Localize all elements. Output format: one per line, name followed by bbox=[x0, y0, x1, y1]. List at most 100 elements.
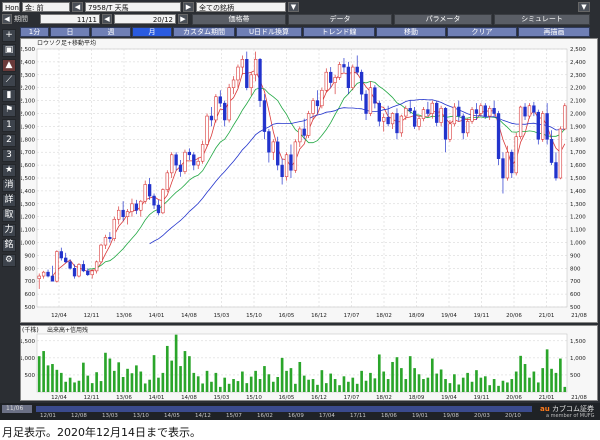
star-icon[interactable]: ★ bbox=[2, 164, 16, 177]
volume-bar bbox=[554, 372, 558, 392]
volume-bar bbox=[439, 369, 443, 392]
candle-body bbox=[37, 275, 41, 279]
volume-bar bbox=[435, 373, 439, 392]
period-1min-button[interactable]: 1分 bbox=[20, 27, 49, 37]
volume-bar bbox=[108, 358, 112, 392]
volume-bar bbox=[267, 374, 271, 392]
volume-bar bbox=[157, 377, 160, 392]
volume-bar bbox=[112, 370, 116, 392]
x-tick-label: 12/04 bbox=[51, 313, 67, 319]
period-mid-button[interactable]: ◀ bbox=[102, 14, 112, 24]
candle-body bbox=[315, 100, 320, 107]
candle-body bbox=[223, 102, 227, 121]
candle-body bbox=[267, 131, 271, 153]
trend-line-button[interactable]: トレンド線 bbox=[303, 27, 375, 37]
tab-simulate[interactable]: シミュレート bbox=[494, 14, 590, 25]
candle-icon[interactable]: ▮ bbox=[2, 89, 16, 102]
to-date-field[interactable]: 20/12 bbox=[114, 14, 176, 24]
candle-body bbox=[426, 109, 430, 114]
window-menu-button[interactable]: ▼ bbox=[578, 2, 590, 12]
prev-ticker-button[interactable]: ◀ bbox=[72, 2, 83, 12]
plus-icon[interactable]: + bbox=[2, 29, 16, 42]
timeline-bar[interactable]: 11/06 12/01 12/08 13/03 13/10 14/05 14/12 15/0… bbox=[0, 403, 600, 420]
candle-body bbox=[86, 270, 90, 276]
tab-parameters[interactable]: パラメータ bbox=[394, 14, 492, 25]
clear-button[interactable]: クリア bbox=[447, 27, 517, 37]
volume-bar bbox=[413, 368, 416, 392]
y-tick-label-right: 2,400 bbox=[570, 60, 586, 66]
candle-body bbox=[306, 113, 311, 136]
timeline-tick-label: 20/10 bbox=[505, 413, 521, 419]
candle-body bbox=[125, 211, 130, 217]
y-tick-label-left: 800 bbox=[25, 266, 36, 272]
period-prev-button[interactable]: ◀ bbox=[2, 14, 12, 24]
x-tick-label: 16/05 bbox=[279, 313, 295, 319]
volume-bar bbox=[550, 368, 553, 392]
candle-body bbox=[143, 184, 147, 202]
volume-x-tick-label: 19/11 bbox=[474, 395, 490, 401]
camera-icon[interactable]: ▣ bbox=[2, 44, 16, 57]
y-tick-label-right: 800 bbox=[570, 266, 581, 272]
volume-bar bbox=[218, 386, 222, 392]
candle-body bbox=[284, 154, 289, 178]
redraw-button[interactable]: 再描画 bbox=[518, 27, 590, 37]
volume-x-tick-label: 20/06 bbox=[506, 395, 522, 401]
y-tick-label-right: 2,200 bbox=[570, 86, 586, 92]
volume-x-tick-label: 16/05 bbox=[279, 395, 295, 401]
side-label-trade[interactable]: 取 bbox=[2, 209, 16, 222]
candle-body bbox=[430, 102, 434, 114]
volume-bar bbox=[492, 379, 496, 392]
volume-bar bbox=[241, 371, 244, 392]
y-tick-label-left: 2,500 bbox=[21, 47, 35, 53]
period-next-button[interactable]: ▶ bbox=[178, 14, 188, 24]
candle-body bbox=[523, 106, 527, 117]
next-ticker-button[interactable]: ▶ bbox=[183, 2, 194, 12]
flag-icon[interactable]: ⚑ bbox=[2, 104, 16, 117]
candle-body bbox=[377, 102, 381, 122]
volume-bar bbox=[457, 384, 461, 392]
scope-select[interactable]: 全ての銘柄 bbox=[196, 2, 286, 12]
side-label-erase[interactable]: 消 bbox=[2, 179, 16, 192]
timeline-tick-label: 15/07 bbox=[226, 413, 242, 419]
gear-icon[interactable]: ⚙ bbox=[2, 254, 16, 267]
custom-period-button[interactable]: カスタム期間 bbox=[173, 27, 235, 37]
volume-bar bbox=[536, 382, 540, 392]
candle-body bbox=[518, 106, 523, 138]
line-icon[interactable]: ⟋ bbox=[2, 74, 16, 87]
ticker-field[interactable]: 7958/T 天馬 bbox=[85, 2, 181, 12]
usd-convert-button[interactable]: U日ドル換算 bbox=[236, 27, 302, 37]
scope-dropdown-button[interactable]: ▼ bbox=[288, 2, 299, 12]
account-field[interactable]: 金: 前 bbox=[22, 2, 70, 12]
tab-data[interactable]: データ bbox=[288, 14, 392, 25]
num-2-icon[interactable]: 2 bbox=[2, 134, 16, 147]
move-button[interactable]: 移動 bbox=[376, 27, 446, 37]
side-label-stock[interactable]: 銘 bbox=[2, 239, 16, 252]
candle-body bbox=[94, 261, 99, 272]
period-month-button[interactable]: 月 bbox=[132, 27, 172, 37]
y-tick-label-left: 1,300 bbox=[21, 202, 35, 208]
from-date-field[interactable]: 11/11 bbox=[40, 14, 100, 24]
candle-body bbox=[470, 109, 474, 122]
tab-price-band[interactable]: 価格帯 bbox=[192, 14, 286, 25]
period-week-button[interactable]: 週 bbox=[91, 27, 131, 37]
candle-body bbox=[178, 164, 183, 172]
period-day-button[interactable]: 日 bbox=[50, 27, 90, 37]
y-tick-label-left: 1,400 bbox=[21, 189, 35, 195]
x-tick-label: 14/01 bbox=[149, 313, 165, 319]
mode-field[interactable]: Hon bbox=[2, 2, 20, 12]
side-label-detail[interactable]: 詳 bbox=[2, 194, 16, 207]
candle-body bbox=[152, 195, 156, 206]
candle-body bbox=[457, 106, 461, 117]
y-tick-label-right: 1,900 bbox=[570, 124, 586, 130]
chart-icon[interactable]: ▲ bbox=[2, 59, 16, 72]
num-3-icon[interactable]: 3 bbox=[2, 149, 16, 162]
volume-bar bbox=[426, 377, 430, 392]
y-tick-label-right: 2,100 bbox=[570, 99, 586, 105]
candle-body bbox=[359, 71, 364, 95]
candle-body bbox=[465, 120, 470, 134]
num-1-icon[interactable]: 1 bbox=[2, 119, 16, 132]
volume-bar bbox=[470, 381, 474, 392]
candle-body bbox=[536, 111, 540, 140]
candle-body bbox=[320, 89, 324, 107]
side-label-input[interactable]: 力 bbox=[2, 224, 16, 237]
